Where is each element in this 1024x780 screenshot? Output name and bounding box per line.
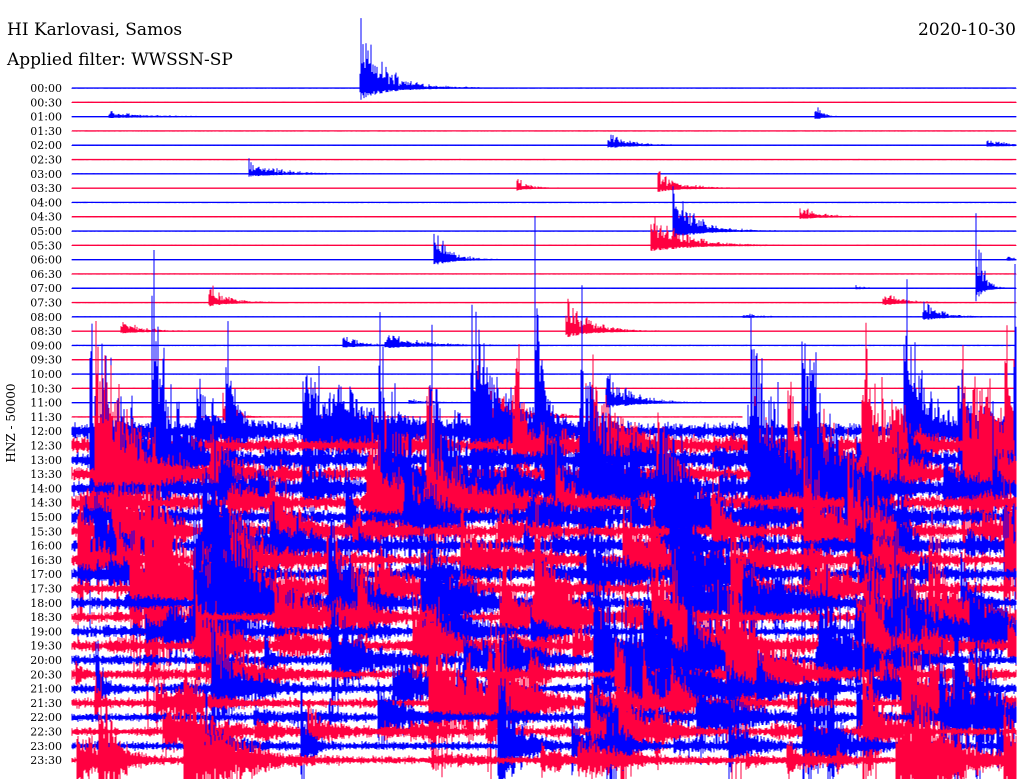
time-tick-label: 19:00	[30, 625, 62, 638]
time-tick-label: 21:00	[30, 683, 62, 696]
time-tick-label: 20:00	[30, 654, 62, 667]
time-tick-label: 04:00	[30, 196, 62, 209]
time-tick-label: 22:30	[30, 726, 62, 739]
time-tick-label: 13:00	[30, 454, 62, 467]
time-tick-label: 17:00	[30, 568, 62, 581]
time-tick-label: 12:00	[30, 425, 62, 438]
time-tick-label: 23:30	[30, 754, 62, 767]
time-tick-label: 16:00	[30, 540, 62, 553]
time-tick-label: 05:00	[30, 225, 62, 238]
time-tick-label: 00:00	[30, 82, 62, 95]
trace-row-0900	[71, 335, 1017, 348]
time-tick-label: 07:00	[30, 282, 62, 295]
time-tick-label: 03:30	[30, 182, 62, 195]
time-tick-label: 02:30	[30, 154, 62, 167]
time-tick-label: 03:00	[30, 168, 62, 181]
time-tick-label: 23:00	[30, 740, 62, 753]
time-tick-label: 00:30	[30, 96, 62, 109]
time-tick-label: 14:30	[30, 497, 62, 510]
time-tick-label: 07:30	[30, 297, 62, 310]
time-tick-label: 13:30	[30, 468, 62, 481]
time-tick-label: 18:30	[30, 611, 62, 624]
time-tick-label: 09:00	[30, 339, 62, 352]
time-tick-label: 10:30	[30, 382, 62, 395]
seismogram-traces: 00:0000:30 01:0001:3002:00 02:3003:0003:30…	[30, 18, 1017, 779]
time-tick-label: 15:00	[30, 511, 62, 524]
time-tick-label: 20:30	[30, 668, 62, 681]
time-tick-label: 05:30	[30, 239, 62, 252]
helicorder-plot: HI Karlovasi, Samos Applied filter: WWSS…	[0, 0, 1024, 780]
time-tick-label: 08:00	[30, 311, 62, 324]
time-tick-label: 06:00	[30, 254, 62, 267]
time-tick-label: 10:00	[30, 368, 62, 381]
time-tick-label: 15:30	[30, 525, 62, 538]
time-tick-label: 06:30	[30, 268, 62, 281]
time-tick-label: 08:30	[30, 325, 62, 338]
time-tick-label: 16:30	[30, 554, 62, 567]
time-tick-label: 04:30	[30, 211, 62, 224]
time-tick-label: 21:30	[30, 697, 62, 710]
time-tick-label: 17:30	[30, 583, 62, 596]
time-tick-label: 02:00	[30, 139, 62, 152]
time-tick-label: 14:00	[30, 482, 62, 495]
time-tick-label: 18:00	[30, 597, 62, 610]
time-tick-label: 12:30	[30, 440, 62, 453]
time-tick-label: 19:30	[30, 640, 62, 653]
time-tick-label: 01:00	[30, 111, 62, 124]
time-tick-label: 09:30	[30, 354, 62, 367]
time-tick-label: 01:30	[30, 125, 62, 138]
time-tick-label: 11:00	[30, 397, 62, 410]
time-tick-label: 11:30	[30, 411, 62, 424]
time-tick-label: 22:00	[30, 711, 62, 724]
